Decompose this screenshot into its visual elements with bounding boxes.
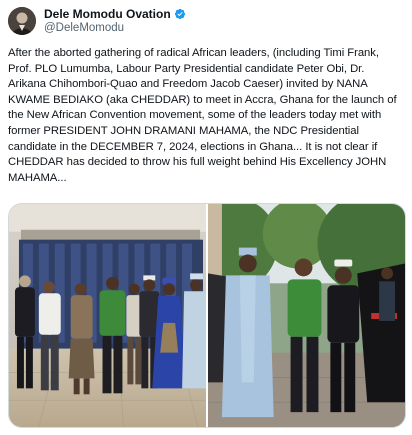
author-names: Dele Momodu Ovation @DeleMomodu: [44, 7, 186, 35]
verified-badge-icon: [174, 8, 186, 20]
author-display-name[interactable]: Dele Momodu Ovation: [44, 7, 171, 21]
photo-group-outdoor[interactable]: [208, 204, 405, 427]
group-photo-indoor-image: [9, 204, 206, 427]
media-grid: [8, 203, 406, 428]
tweet-card[interactable]: Dele Momodu Ovation @DeleMomodu After th…: [0, 0, 412, 435]
avatar-profile-photo-icon: [8, 7, 36, 35]
tweet-header: Dele Momodu Ovation @DeleMomodu: [8, 4, 404, 38]
group-photo-outdoor-image: [208, 204, 405, 427]
avatar[interactable]: [8, 7, 36, 35]
author-handle[interactable]: @DeleMomodu: [44, 21, 186, 35]
tweet-text: After the aborted gathering of radical A…: [8, 47, 397, 184]
photo-group-indoor[interactable]: [9, 204, 206, 427]
